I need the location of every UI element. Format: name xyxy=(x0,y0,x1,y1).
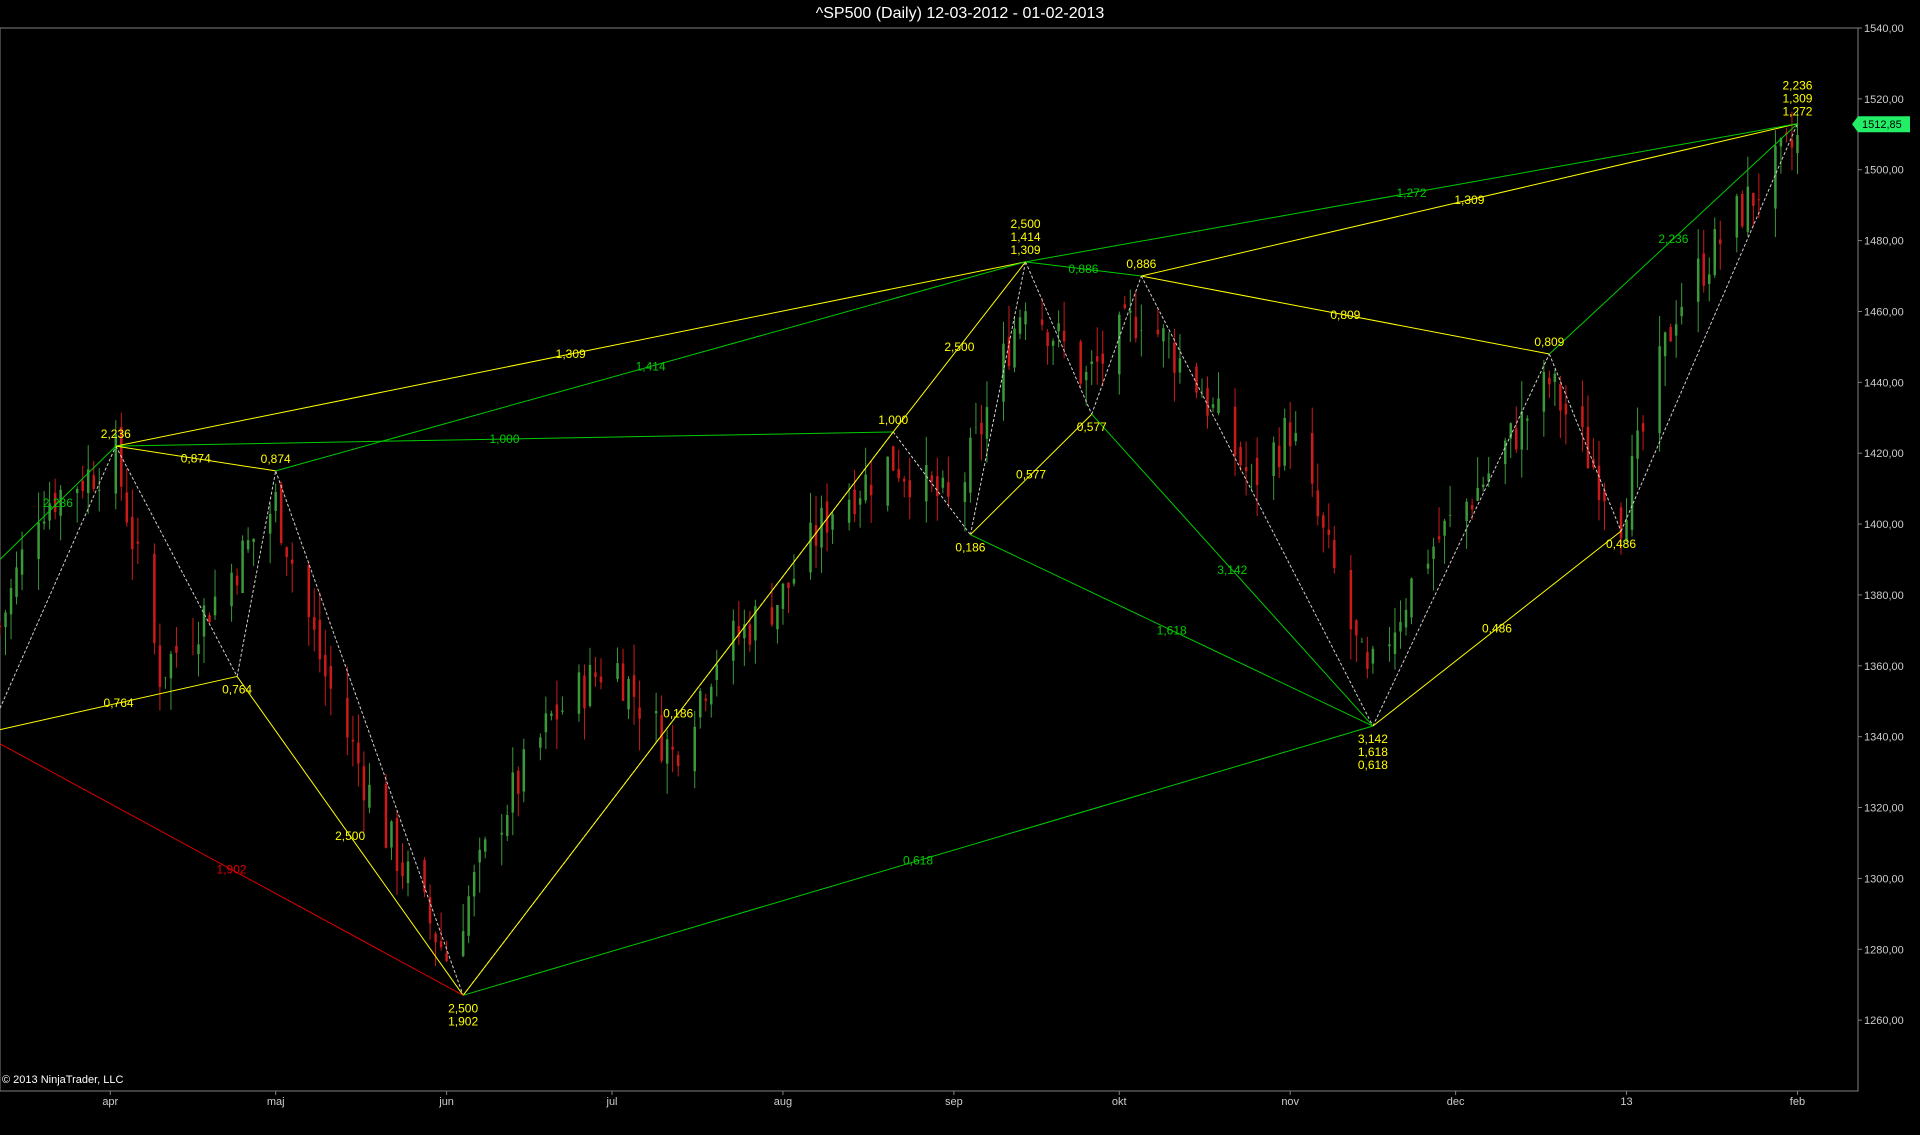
y-tick-label: 1320,00 xyxy=(1864,803,1904,815)
y-tick-label: 1340,00 xyxy=(1864,732,1904,744)
x-tick-label: maj xyxy=(267,1096,285,1108)
pivot-ratio-label: 2,236 xyxy=(1782,79,1812,93)
fib-ratio-label: 2,500 xyxy=(335,829,365,843)
last-price-label: 1512,85 xyxy=(1862,119,1902,131)
y-tick-label: 1480,00 xyxy=(1864,236,1904,248)
fib-ratio-label: 2,236 xyxy=(43,496,73,510)
y-tick-label: 1360,00 xyxy=(1864,661,1904,673)
y-tick-label: 1300,00 xyxy=(1864,873,1904,885)
fib-ratio-label: 0,764 xyxy=(104,696,134,710)
fib-ratio-label: 0,186 xyxy=(663,707,693,721)
x-tick-label: nov xyxy=(1281,1096,1299,1108)
pivot-ratio-label: 1,309 xyxy=(1782,92,1812,106)
y-tick-label: 1460,00 xyxy=(1864,306,1904,318)
fib-ratio-label: 0,618 xyxy=(903,854,933,868)
pivot-ratio-label: 0,874 xyxy=(261,452,291,466)
pivot-ratio-label: 0,486 xyxy=(1606,537,1636,551)
pivot-ratio-label: 0,809 xyxy=(1534,335,1564,349)
fib-ratio-label: 0,486 xyxy=(1482,622,1512,636)
x-tick-label: sep xyxy=(945,1096,963,1108)
pivot-ratio-label: 1,000 xyxy=(878,413,908,427)
fib-ratio-label: 1,000 xyxy=(489,432,519,446)
x-tick-label: 13 xyxy=(1620,1096,1632,1108)
pivot-ratio-label: 1,309 xyxy=(1011,243,1041,257)
x-tick-label: aug xyxy=(774,1096,792,1108)
pivot-ratio-label: 1,902 xyxy=(448,1014,478,1028)
copyright-notice: © 2013 NinjaTrader, LLC xyxy=(2,1074,124,1086)
pivot-ratio-label: 0,186 xyxy=(955,541,985,555)
pivot-ratio-label: 0,618 xyxy=(1358,758,1388,772)
pivot-ratio-label: 1,618 xyxy=(1358,745,1388,759)
pivot-ratio-label: 1,414 xyxy=(1011,230,1041,244)
y-tick-label: 1260,00 xyxy=(1864,1015,1904,1027)
y-tick-label: 1500,00 xyxy=(1864,165,1904,177)
pivot-ratio-label: 1,272 xyxy=(1782,105,1812,119)
pivot-ratio-label: 3,142 xyxy=(1358,732,1388,746)
y-tick-label: 1540,00 xyxy=(1864,23,1904,35)
y-tick-label: 1420,00 xyxy=(1864,448,1904,460)
fib-ratio-label: 2,500 xyxy=(944,340,974,354)
fib-ratio-label: 3,142 xyxy=(1217,563,1247,577)
y-tick-label: 1520,00 xyxy=(1864,94,1904,106)
last-price-marker: 1512,85 xyxy=(1852,116,1910,133)
x-tick-label: dec xyxy=(1447,1096,1465,1108)
price-axis[interactable]: 1260,00 1280,00 1300,00 1320,00 1340,00 1360,… xyxy=(1858,23,1904,1027)
fib-ratio-label: 1,618 xyxy=(1157,623,1187,637)
fib-ratio-label: 0,886 xyxy=(1068,262,1098,276)
fib-ratio-label: 1,414 xyxy=(636,359,666,373)
fib-ratio-label: 1,902 xyxy=(217,863,247,877)
pivot-ratio-label: 0,577 xyxy=(1077,420,1107,434)
x-tick-label: apr xyxy=(102,1096,118,1108)
x-tick-label: jul xyxy=(606,1096,618,1108)
pivot-ratio-label: 0,764 xyxy=(222,682,252,696)
x-tick-label: feb xyxy=(1790,1096,1805,1108)
fib-ratio-label: 2,236 xyxy=(1658,232,1688,246)
pivot-ratio-label: 0,886 xyxy=(1126,257,1156,271)
time-axis[interactable]: apr maj jun jul aug sep okt nov dec 13 feb xyxy=(102,1091,1805,1108)
fib-ratio-label: 1,309 xyxy=(1454,193,1484,207)
pivot-ratio-label: 2,500 xyxy=(1011,217,1041,231)
y-tick-label: 1400,00 xyxy=(1864,519,1904,531)
fib-ratio-label: 0,577 xyxy=(1016,467,1046,481)
fib-ratio-label: 1,272 xyxy=(1396,186,1426,200)
y-tick-label: 1440,00 xyxy=(1864,377,1904,389)
fib-ratio-label: 0,809 xyxy=(1330,308,1360,322)
pivot-ratio-label: 2,236 xyxy=(101,427,131,441)
pivot-ratio-label: 2,500 xyxy=(448,1001,478,1015)
x-tick-label: okt xyxy=(1112,1096,1127,1108)
y-tick-label: 1380,00 xyxy=(1864,590,1904,602)
price-chart[interactable]: 1,3091,4141,0000,8742,5000,1860,6182,500… xyxy=(0,0,1920,1135)
y-tick-label: 1280,00 xyxy=(1864,944,1904,956)
x-tick-label: jun xyxy=(438,1096,454,1108)
plot-area[interactable] xyxy=(0,27,1859,1092)
fib-ratio-label: 1,309 xyxy=(556,347,586,361)
fib-ratio-label: 0,874 xyxy=(181,452,211,466)
